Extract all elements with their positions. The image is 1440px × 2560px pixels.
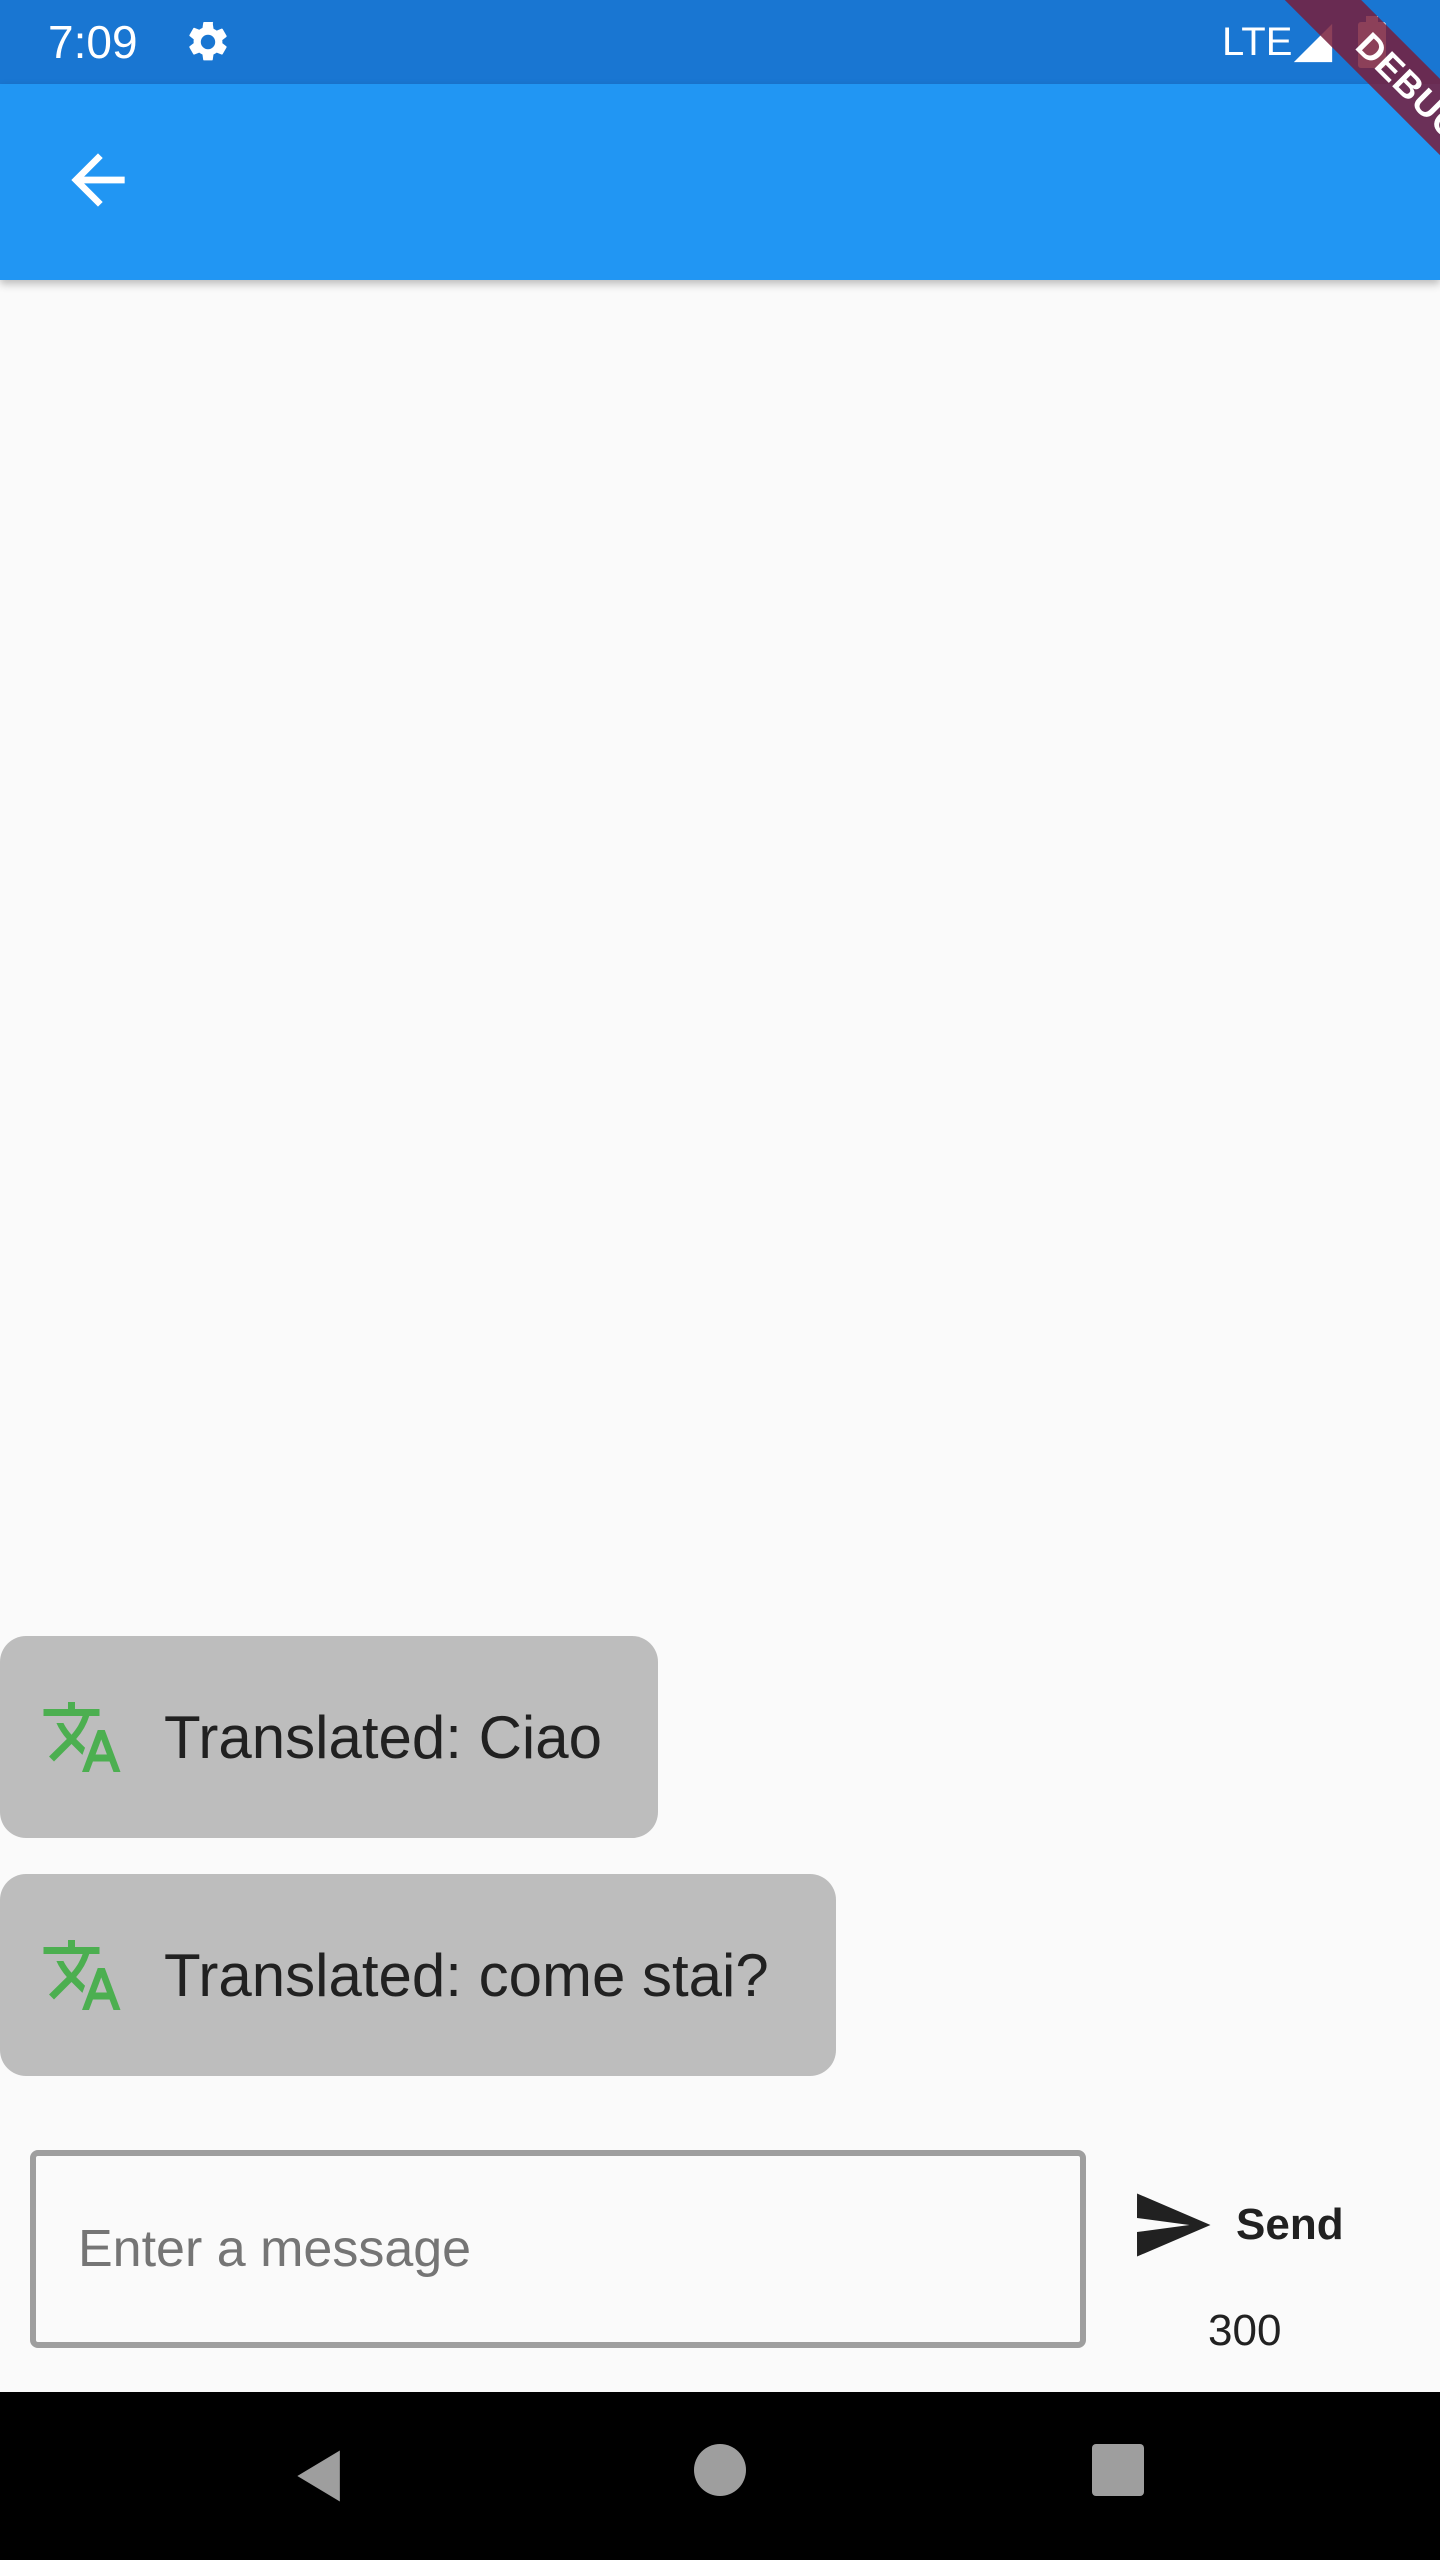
message-bubble: Translated: come stai? — [0, 1874, 836, 2076]
arrow-back-icon — [71, 153, 125, 207]
message-text: Translated: Ciao — [164, 1703, 602, 1771]
character-counter: 300 — [1208, 2306, 1282, 2355]
settings-gear-icon — [184, 18, 232, 66]
send-button[interactable]: Send — [1130, 2180, 1370, 2270]
message-input[interactable] — [76, 2218, 1040, 2280]
nav-back-triangle-icon — [297, 2450, 340, 2502]
message-text: Translated: come stai? — [164, 1941, 769, 2009]
nav-home-button[interactable] — [694, 2444, 746, 2496]
nav-back-button[interactable] — [286, 2442, 354, 2510]
translate-icon — [40, 1695, 124, 1779]
status-time: 7:09 — [48, 16, 138, 68]
translate-icon — [40, 1933, 124, 2017]
nav-recents-button[interactable] — [1092, 2444, 1144, 2496]
send-icon — [1137, 2193, 1211, 2257]
battery-icon — [1356, 16, 1388, 68]
signal-icon — [1290, 20, 1336, 66]
network-type-label: LTE — [1222, 20, 1293, 64]
send-label: Send — [1236, 2200, 1344, 2249]
status-bar: 7:09 LTE — [0, 0, 1440, 84]
back-button[interactable] — [58, 140, 138, 220]
system-nav-bar — [0, 2392, 1440, 2560]
message-bubble: Translated: Ciao — [0, 1636, 658, 1838]
message-input-container[interactable] — [30, 2150, 1086, 2348]
app-bar — [0, 84, 1440, 280]
